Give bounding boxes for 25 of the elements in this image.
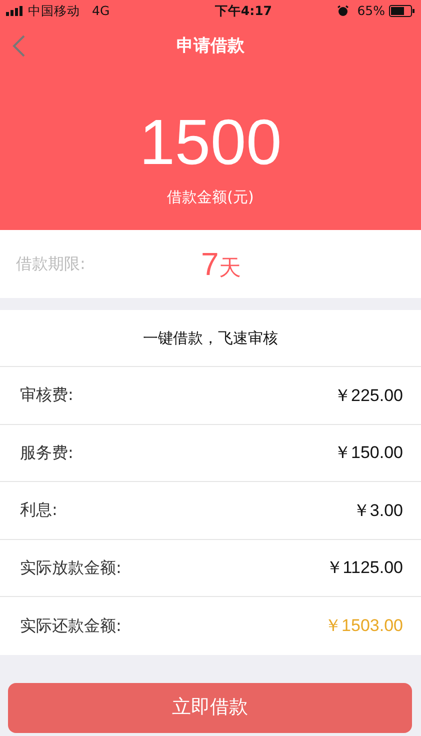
signal-icon [6,6,24,16]
loan-amount: 1500 [139,110,282,174]
fees-heading: 一键借款，飞速审核 [143,328,278,349]
fee-label: 服务费: [20,442,74,464]
period-value[interactable]: 7天 [201,240,241,288]
fee-value: ￥150.00 [334,442,403,464]
period-label: 借款期限: [16,253,86,275]
fee-label: 实际放款金额: [20,556,122,579]
alarm-icon [337,5,350,17]
apply-loan-button[interactable]: 立即借款 [8,682,412,732]
clock-time: 下午4:17 [214,2,272,20]
fee-label: 审核费: [20,384,74,406]
carrier-name: 中国移动 [28,2,80,20]
fee-value: ￥1503.00 [324,615,403,637]
battery-icon [389,5,415,17]
network-type: 4G [92,2,110,20]
fee-label: 实际还款金额: [20,614,122,637]
fee-value: ￥225.00 [334,384,403,406]
back-icon[interactable] [12,34,26,58]
fee-label: 利息: [20,499,58,522]
battery-percent: 65% [357,2,385,20]
page-title: 申请借款 [176,35,244,58]
amount-label: 借款金额(元) [167,187,254,208]
fee-value: ￥3.00 [352,500,403,522]
fee-value: ￥1125.00 [326,557,403,579]
